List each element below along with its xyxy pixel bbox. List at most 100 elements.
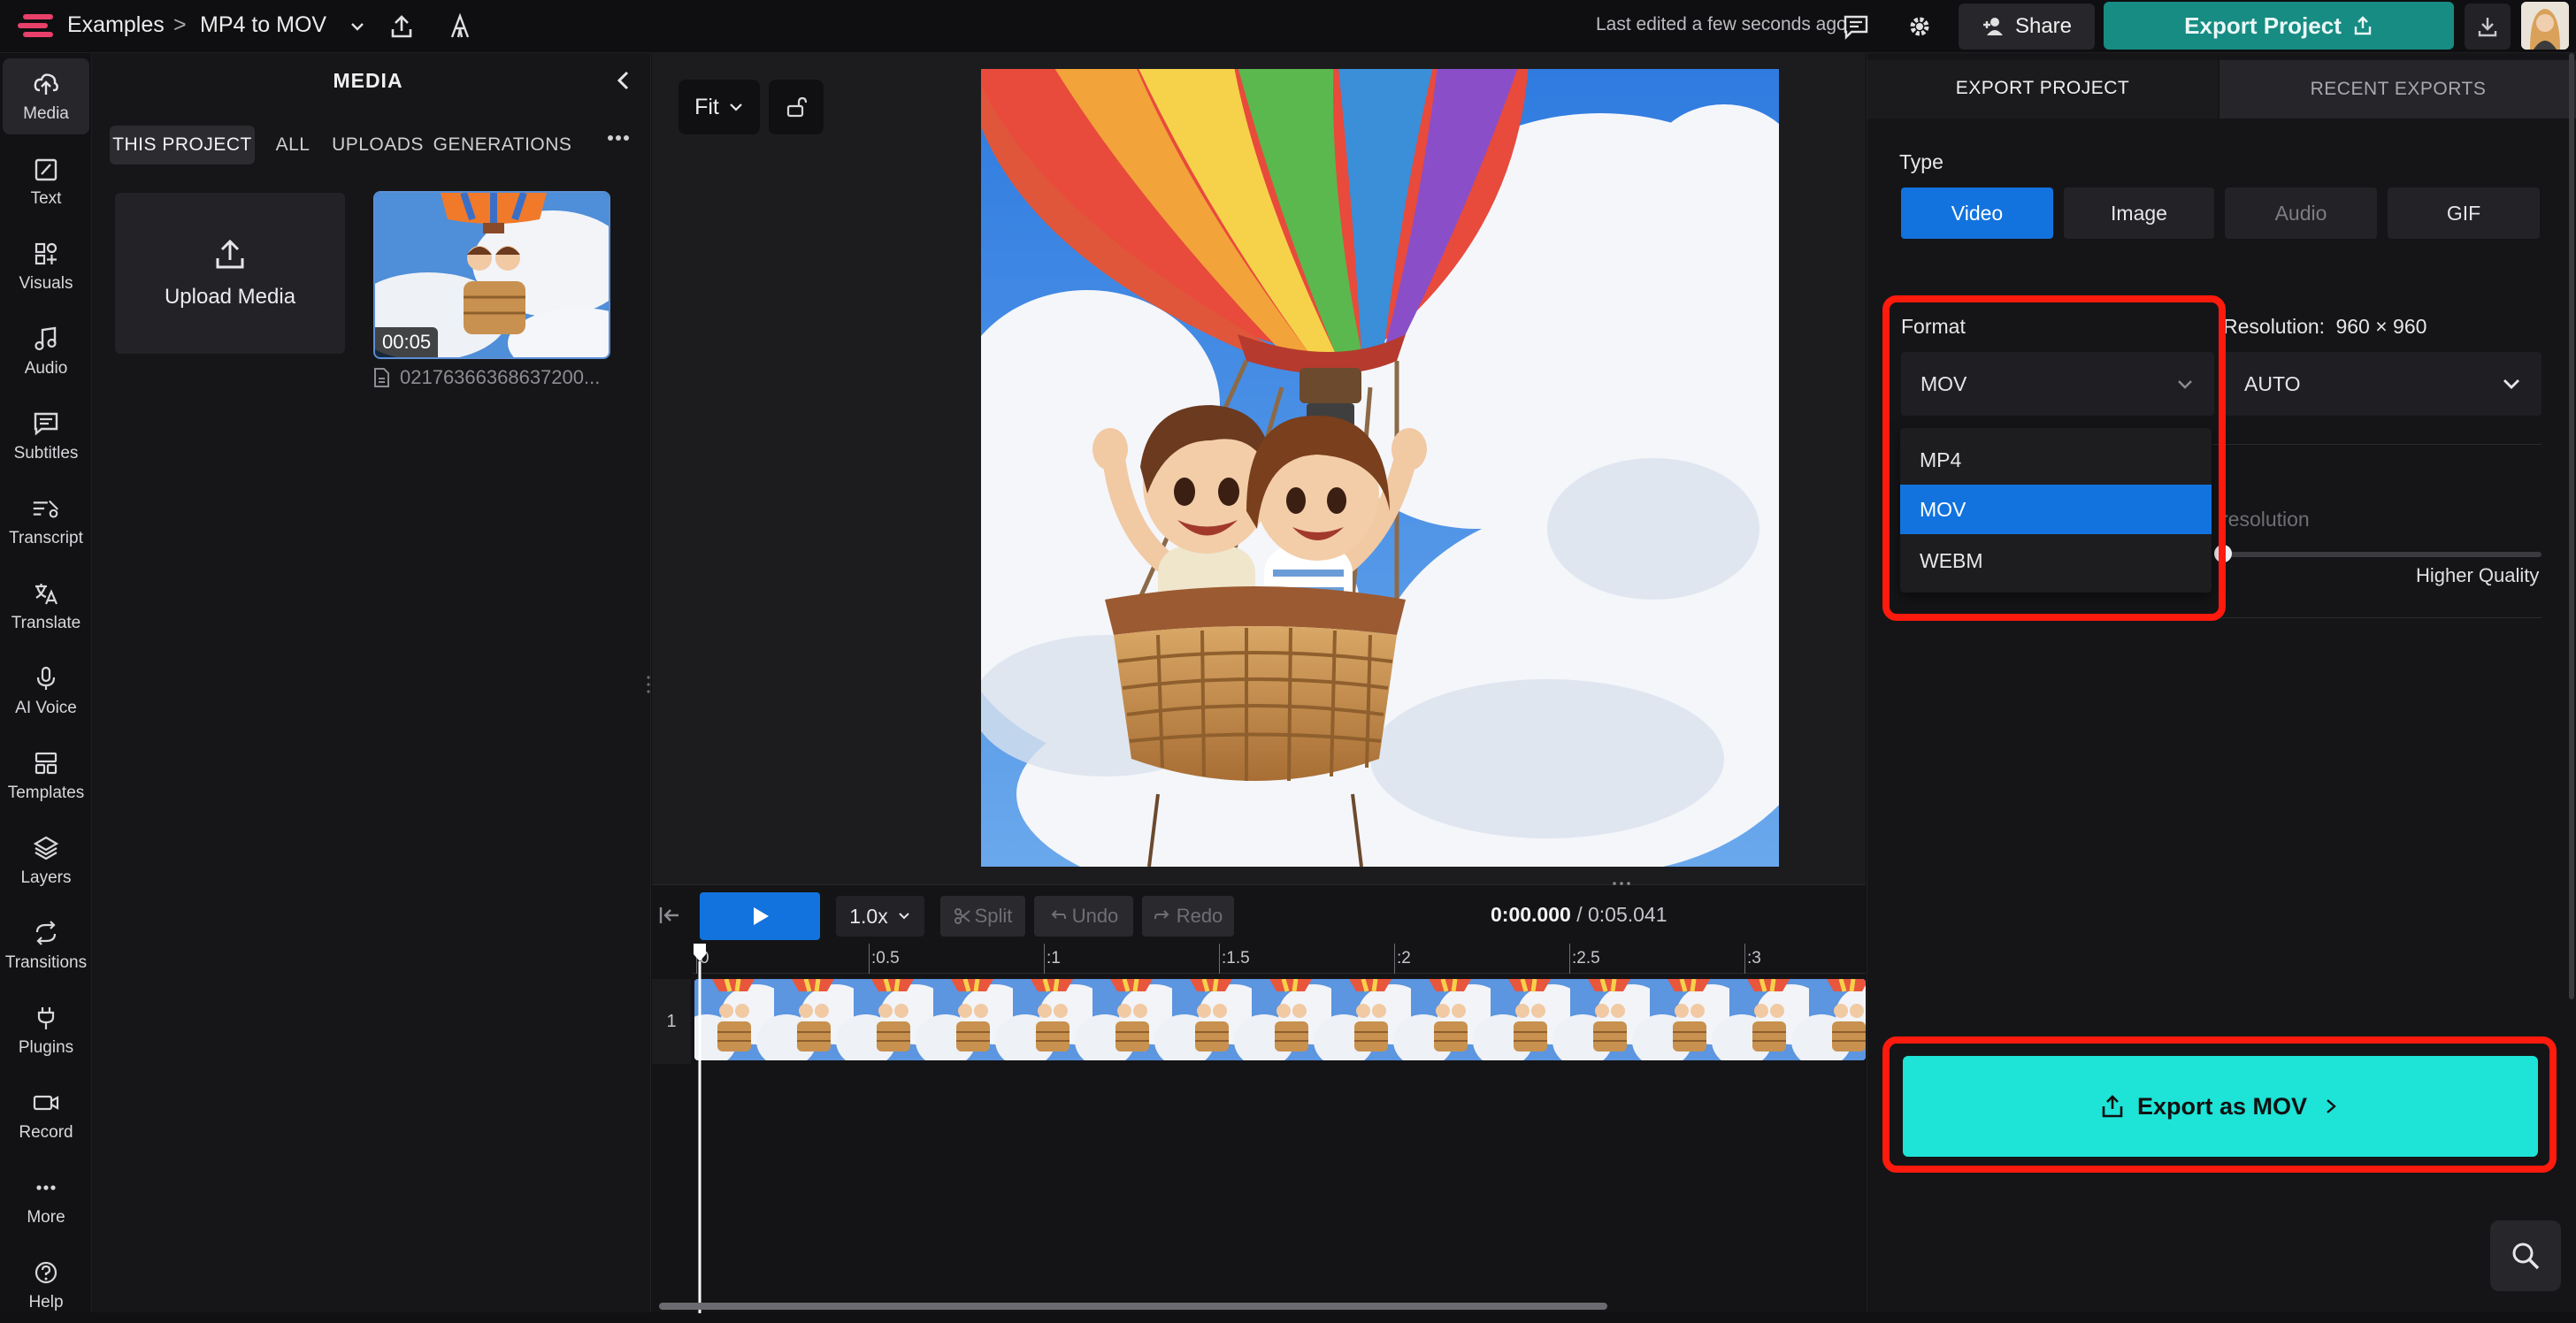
rail-item-translate[interactable]: Translate [3,568,89,644]
resolution-heading: Resolution: 960 × 960 [2223,315,2426,339]
rail-item-help[interactable]: Help [3,1247,89,1323]
rail-label: Transcript [9,529,83,547]
ruler-label: :3 [1747,949,1761,967]
upload-cloud-icon [31,69,61,99]
rail-item-visuals[interactable]: Visuals [3,228,89,304]
rail-label: Visuals [19,274,73,293]
breadcrumb-root[interactable]: Examples [67,12,165,38]
export-as-mov-label: Export as MOV [2136,1092,2308,1120]
panel-resize-handle[interactable] [646,674,651,695]
tab-recent-exports-label: RECENT EXPORTS [2310,79,2487,99]
tab-generations[interactable]: GENERATIONS [433,126,571,164]
tab-export-project[interactable]: EXPORT PROJECT [1867,60,2218,119]
ruler-tick [1219,944,1220,974]
breadcrumb-separator: > [173,12,187,37]
plug-icon [31,1003,61,1033]
rail-item-media[interactable]: Media [3,58,89,134]
export-as-mov-button[interactable]: Export as MOV [1903,1056,2538,1157]
rail-item-audio[interactable]: Audio [3,313,89,389]
type-video[interactable]: Video [1901,187,2053,239]
rail-item-transcript[interactable]: Transcript [3,483,89,559]
layers-icon [31,833,61,863]
quality-slider-track[interactable] [2220,552,2542,557]
type-audio[interactable]: Audio [2225,187,2377,239]
undo-button[interactable]: Undo [1034,896,1133,937]
templates-icon [31,748,61,778]
redo-button[interactable]: Redo [1142,896,1234,937]
share-button[interactable]: Share [1959,4,2095,50]
quality-label: Higher Quality [2416,564,2540,586]
undo-label: Undo [1071,905,1119,927]
format-option-webm[interactable]: WEBM [1900,536,2212,585]
tab-this-project[interactable]: THIS PROJECT [110,126,255,164]
timeline-scrollbar[interactable] [659,1303,1607,1310]
rail-label: Translate [11,614,81,632]
comments-icon[interactable] [1840,11,1872,42]
rail-item-transitions[interactable]: Transitions [3,907,89,983]
search-button[interactable] [2490,1220,2561,1291]
split-button[interactable]: Split [940,896,1025,937]
rail-label: Help [28,1293,64,1312]
video-clip[interactable] [694,979,1866,1060]
rail-item-templates[interactable]: Templates [3,738,89,814]
rail-label: Text [30,189,62,208]
rail-item-text[interactable]: Text [3,143,89,219]
format-option-mp4[interactable]: MP4 [1900,435,2212,485]
scissors-icon [954,908,970,924]
rail-label: Subtitles [13,444,79,463]
rail-item-more[interactable]: More [3,1162,89,1238]
project-name[interactable]: MP4 to MOV [200,12,326,38]
app-logo[interactable] [14,12,55,41]
rail-item-subtitles[interactable]: Subtitles [3,398,89,474]
preview-stage: Fit [652,53,1866,884]
clip-filename[interactable]: 02176366368637200... [400,366,600,389]
fit-dropdown[interactable]: Fit [678,80,760,134]
media-clip-thumbnail[interactable]: 00:05 [373,191,610,359]
page-scrollbar[interactable] [2569,53,2574,999]
rail-item-plugins[interactable]: Plugins [3,992,89,1068]
microphone-icon [31,663,61,693]
quality-resolution-text: resolution [2221,508,2310,531]
jump-to-start-icon[interactable] [657,903,684,929]
clip-duration-badge: 00:05 [375,327,439,357]
upload-icon[interactable] [386,11,418,42]
video-preview[interactable] [981,69,1779,867]
brand-a-icon[interactable] [444,11,476,42]
resolution-select[interactable]: AUTO [2223,352,2542,416]
play-button[interactable] [700,892,820,940]
chevron-down-icon[interactable] [345,14,370,39]
transitions-icon [31,918,61,948]
speed-dropdown[interactable]: 1.0x [836,896,924,937]
export-project-button[interactable]: Export Project [2104,2,2454,50]
tab-uploads[interactable]: UPLOADS [331,126,425,164]
format-select[interactable]: MOV [1901,352,2214,416]
rail-item-ai-voice[interactable]: AI Voice [3,653,89,729]
upload-media-card[interactable]: Upload Media [115,193,345,354]
upload-icon [216,239,244,269]
resolution-value: 960 × 960 [2335,315,2427,338]
tab-recent-exports[interactable]: RECENT EXPORTS [2220,60,2576,119]
hot-air-balloon-scene [981,69,1779,867]
timeline-drag-handle[interactable] [1611,880,1632,887]
collapse-panel-icon[interactable] [610,67,639,96]
avatar[interactable] [2521,2,2569,50]
playhead[interactable] [693,940,707,1313]
timeline-panel: 1.0x Split Undo Redo 0:00.000 / 0:05.041… [652,882,1866,1313]
tab-all[interactable]: ALL [265,126,320,164]
ruler-tick [1744,944,1745,974]
format-option-mov[interactable]: MOV [1900,485,2212,534]
quality-slider-thumb[interactable] [2214,545,2232,562]
rail-item-layers[interactable]: Layers [3,822,89,899]
timeline-ruler[interactable]: 0 :0.5 :1 :1.5 :2 :2.5 :3 [693,944,1866,974]
share-label: Share [2014,14,2073,38]
chevron-down-icon [730,103,742,111]
split-label: Split [974,905,1013,927]
ruler-tick [1569,944,1570,974]
type-image[interactable]: Image [2064,187,2214,239]
settings-gear-icon[interactable] [1904,11,1936,42]
download-button[interactable] [2465,4,2511,50]
aspect-lock-button[interactable] [769,80,824,134]
type-gif[interactable]: GIF [2388,187,2540,239]
more-options-icon[interactable] [605,129,635,156]
rail-item-record[interactable]: Record [3,1077,89,1153]
